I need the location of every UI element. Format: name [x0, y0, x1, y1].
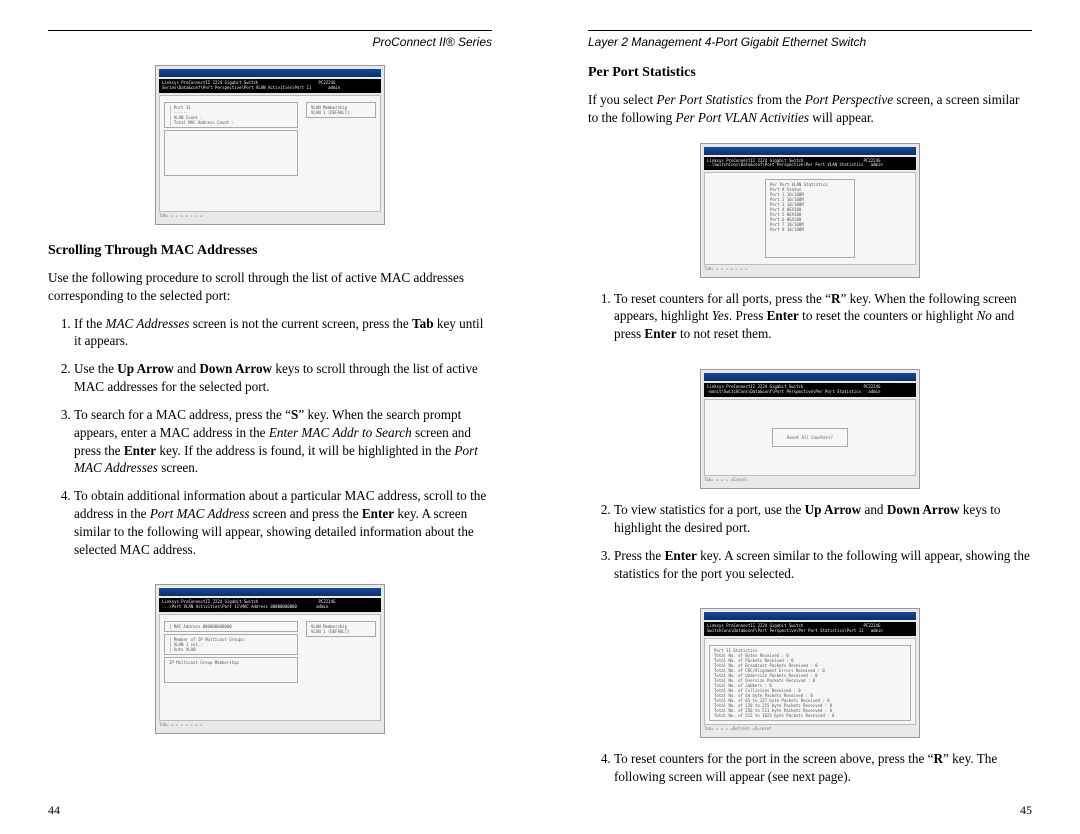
step-3: To search for a MAC address, press the “… [74, 406, 492, 477]
terminal-header: Linksys ProConnectII 2224 Gigabit Switch… [159, 79, 381, 93]
screenshot-reset-counters: Linksys ProConnectII 2224 Gigabit Switch… [700, 369, 920, 489]
step-r2: To view statistics for a port, use the U… [614, 501, 1032, 537]
running-head-right: Layer 2 Management 4-Port Gigabit Ethern… [588, 30, 1032, 49]
terminal-footer: Tab= = = = = = = = [159, 212, 381, 221]
window-titlebar [704, 373, 916, 381]
page-right: Layer 2 Management 4-Port Gigabit Ethern… [540, 0, 1080, 834]
terminal-footer: Tab= = = = = = = = [704, 265, 916, 274]
reset-dialog: Reset All Counters? [772, 428, 848, 447]
terminal-header: Linksys ProConnectII 2224 Gigabit Switch… [159, 598, 381, 612]
screenshot-per-port-stats-list: Linksys ProConnectII 2224 Gigabit Switch… [700, 143, 920, 278]
intro-paragraph: Use the following procedure to scroll th… [48, 269, 492, 305]
port-table: Per Port VLAN Statistics Port # Status P… [765, 179, 855, 257]
section-title-per-port: Per Port Statistics [588, 65, 1032, 81]
step-1: If the MAC Addresses screen is not the c… [74, 315, 492, 351]
step-2: Use the Up Arrow and Down Arrow keys to … [74, 360, 492, 396]
terminal-body: Port 11 Statistics Total No. of Bytes Re… [704, 638, 916, 725]
page-left: ProConnect II® Series Linksys ProConnect… [0, 0, 540, 834]
screenshot-3-wrap: Linksys ProConnectII 2224 Gigabit Switch… [588, 143, 1032, 278]
terminal-header: Linksys ProConnectII 2224 Gigabit Switch… [704, 383, 916, 397]
screenshot-4-wrap: Linksys ProConnectII 2224 Gigabit Switch… [588, 369, 1032, 489]
intro-paragraph-right: If you select Per Port Statistics from t… [588, 91, 1032, 127]
steps-list-left: If the MAC Addresses screen is not the c… [48, 315, 492, 569]
step-r4: To reset counters for the port in the sc… [614, 750, 1032, 786]
page-number-right: 45 [1020, 803, 1032, 818]
screenshot-1-wrap: Linksys ProConnectII 2224 Gigabit Switch… [48, 65, 492, 225]
step-r3: Press the Enter key. A screen similar to… [614, 547, 1032, 583]
page-number-left: 44 [48, 803, 60, 818]
window-titlebar [159, 588, 381, 596]
steps-list-right-a: To reset counters for all ports, press t… [588, 290, 1032, 353]
window-titlebar [704, 147, 916, 155]
window-titlebar [704, 612, 916, 620]
terminal-body: Reset All Counters? [704, 399, 916, 476]
screenshot-mac-address-detail: Linksys ProConnectII 2224 Gigabit Switch… [155, 584, 385, 734]
screenshot-5-wrap: Linksys ProConnectII 2224 Gigabit Switch… [588, 608, 1032, 738]
step-r1: To reset counters for all ports, press t… [614, 290, 1032, 343]
steps-list-right-b: To view statistics for a port, use the U… [588, 501, 1032, 592]
window-titlebar [159, 69, 381, 77]
terminal-footer: Tab= = = = =Cancel [704, 476, 916, 485]
running-head-left: ProConnect II® Series [48, 30, 492, 49]
screenshot-port-statistics-detail: Linksys ProConnectII 2224 Gigabit Switch… [700, 608, 920, 738]
terminal-footer: Tab= = = = = = = = [159, 721, 381, 730]
terminal-footer: Tab= = = = =Refresh =R=reset [704, 725, 916, 734]
stats-box: Port 11 Statistics Total No. of Bytes Re… [709, 645, 911, 721]
section-title-scrolling: Scrolling Through MAC Addresses [48, 243, 492, 259]
terminal-body: Per Port VLAN Statistics Port # Status P… [704, 172, 916, 264]
ip-multicast-box: IP Multicast Group Membership [164, 657, 298, 683]
terminal-body: | MAC Address 000000000000 | Member of I… [159, 614, 381, 721]
terminal-header: Linksys ProConnectII 2224 Gigabit Switch… [704, 157, 916, 171]
mac-detail-box: | Member of IP Multicast Groups: | VLAN … [164, 634, 298, 655]
terminal-body: | Port 11 | ------ | VLAN Count : | Tota… [159, 95, 381, 212]
screenshot-port-vlan-activities: Linksys ProConnectII 2224 Gigabit Switch… [155, 65, 385, 225]
step-4: To obtain additional information about a… [74, 487, 492, 558]
two-page-spread: ProConnect II® Series Linksys ProConnect… [0, 0, 1080, 834]
mac-list-box [164, 130, 298, 176]
steps-list-right-c: To reset counters for the port in the sc… [588, 750, 1032, 796]
vlan-membership-box: VLAN Membership VLAN 1 (DEFAULT) [306, 102, 376, 118]
port-info-box: | Port 11 | ------ | VLAN Count : | Tota… [164, 102, 298, 128]
screenshot-2-wrap: Linksys ProConnectII 2224 Gigabit Switch… [48, 584, 492, 734]
vlan-membership-box: VLAN Membership VLAN 1 (DEFAULT) [306, 621, 376, 637]
terminal-header: Linksys ProConnectII 2224 Gigabit Switch… [704, 622, 916, 636]
mac-info-box: | MAC Address 000000000000 [164, 621, 298, 632]
